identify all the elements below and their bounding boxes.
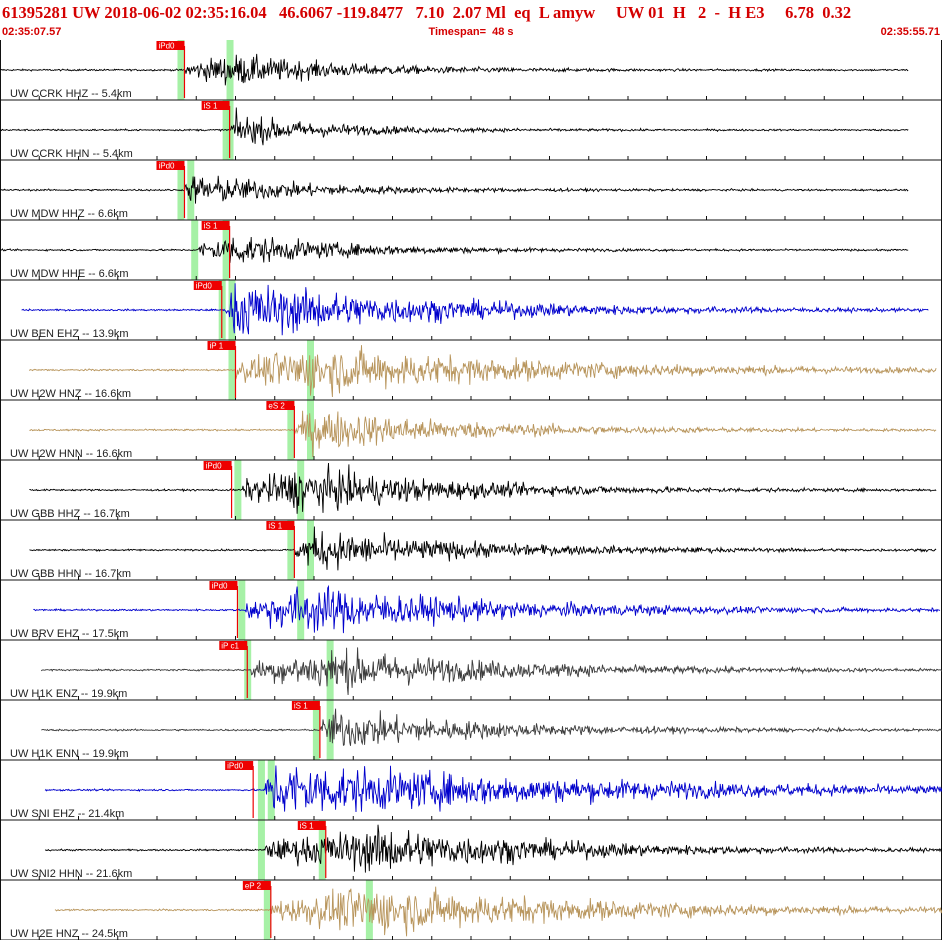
trace-label: UW H2W HNZ -- 16.6km <box>10 388 131 400</box>
waveform-trace <box>41 708 942 747</box>
pick-label: iS 1 <box>268 522 282 531</box>
trace-label: UW GBB HHN -- 16.7km <box>10 568 131 580</box>
trace-label: UW H2E HNZ -- 24.5km <box>10 928 128 940</box>
pick-label: iS 1 <box>294 702 308 711</box>
trace-label: UW MDW HHZ -- 6.6km <box>10 208 128 220</box>
trace-label: UW CCRK HHZ -- 5.4km <box>10 88 132 100</box>
pick-label: iP 1 <box>210 342 224 351</box>
pick-label: iPd0 <box>158 162 175 171</box>
s-window-band <box>187 160 195 220</box>
waveform-trace <box>0 236 909 263</box>
waveform-trace <box>33 584 941 634</box>
pick-label: iP c1 <box>221 642 239 651</box>
trace-label: UW H1K ENZ -- 19.9km <box>10 688 127 700</box>
pick-label: iS 1 <box>204 222 218 231</box>
waveform-trace <box>54 886 942 937</box>
traces <box>0 53 942 937</box>
trace-labels: UW CCRK HHZ -- 5.4km UW CCRK HHN -- 5.4km… <box>10 88 133 940</box>
waveform-trace <box>40 647 942 696</box>
trace-label: UW BRV EHZ -- 17.5km <box>10 628 128 640</box>
pick-label: iPd0 <box>227 762 244 771</box>
s-window-band <box>297 460 305 520</box>
trace-label: UW BEN EHZ -- 13.9km <box>10 328 129 340</box>
trace-label: UW MDW HHE -- 6.6km <box>10 268 129 280</box>
trace-label: UW GBB HHZ -- 16.7km <box>10 508 130 520</box>
pick-label: iPd0 <box>158 42 175 51</box>
waveform-trace <box>0 53 909 86</box>
trace-label: UW SNI EHZ -- 21.4km <box>10 808 124 820</box>
pick-label: iS 1 <box>300 822 314 831</box>
pick-label: iPd0 <box>211 582 228 591</box>
pick-label: iPd0 <box>196 282 213 291</box>
waveform-trace <box>29 345 937 398</box>
pick-label: eS 2 <box>268 402 285 411</box>
waveform-trace <box>0 107 909 146</box>
waveform-trace <box>44 765 942 813</box>
waveform-trace <box>29 526 937 571</box>
trace-label: UW CCRK HHN -- 5.4km <box>10 148 133 160</box>
pick-label: eP 2 <box>245 882 262 891</box>
waveform-trace <box>21 283 929 336</box>
pick-label: iPd0 <box>206 462 223 471</box>
waveform-trace <box>0 175 909 204</box>
seismogram-panel: iPd0 iS 1 iPd0 iS 1 iPd0 iP 1 eS 2 iPd0 iS 1 iPd0… <box>0 40 942 940</box>
trace-label: UW SNI2 HHN -- 21.6km <box>10 868 132 880</box>
waveform-trace <box>29 410 937 458</box>
waveform-trace <box>29 462 937 514</box>
pick-label: iS 1 <box>204 102 218 111</box>
trace-label: UW H2W HNN -- 16.6km <box>10 448 132 460</box>
trace-label: UW H1K ENN -- 19.9km <box>10 748 129 760</box>
waveform-trace <box>44 824 942 873</box>
